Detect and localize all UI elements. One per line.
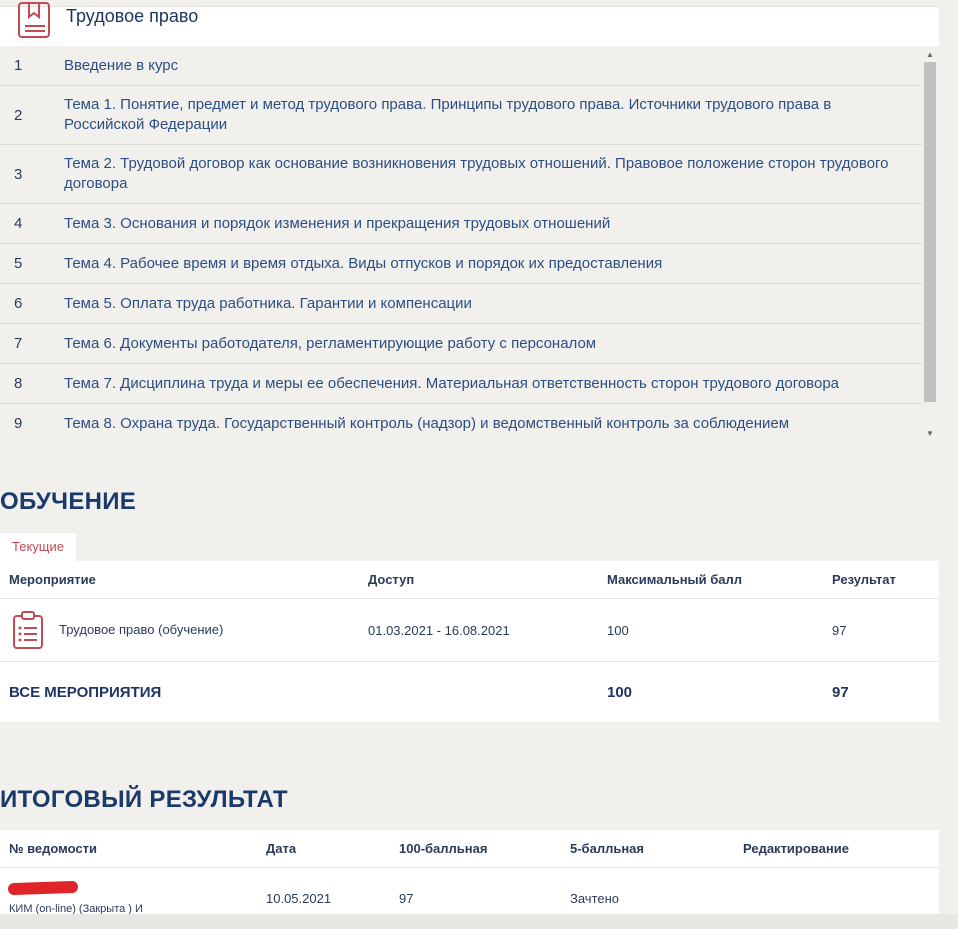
topic-link[interactable]: Введение в курс [64, 47, 922, 85]
final-date: 10.05.2021 [266, 891, 332, 906]
col-event: Мероприятие [9, 572, 96, 587]
final-header-row: № ведомости Дата 100-балльная 5-балльная… [0, 830, 939, 868]
final-title: ИТОГОВЫЙ РЕЗУЛЬТАТ [0, 786, 288, 813]
topic-link[interactable]: Тема 2. Трудовой договор как основание в… [64, 145, 922, 203]
total-result: 97 [832, 684, 849, 701]
list-item[interactable]: 2 Тема 1. Понятие, предмет и метод трудов… [0, 86, 922, 145]
total-row: ВСЕ МЕРОПРИЯТИЯ 100 97 [0, 662, 939, 722]
training-title: ОБУЧЕНИЕ [0, 488, 137, 515]
final-score100: 97 [399, 891, 414, 906]
topic-number: 5 [14, 255, 23, 272]
course-header: Трудовое право [0, 2, 939, 47]
topic-link[interactable]: Тема 3. Основания и порядок изменения и … [64, 205, 922, 243]
event-result: 97 [832, 623, 847, 638]
list-item[interactable]: 7 Тема 6. Документы работодателя, регламе… [0, 324, 922, 364]
book-icon [17, 1, 51, 46]
event-name[interactable]: Трудовое право (обучение) [59, 622, 223, 637]
topic-number: 9 [14, 415, 23, 432]
training-table: Мероприятие Доступ Максимальный балл Рез… [0, 561, 939, 722]
list-item[interactable]: 9 Тема 8. Охрана труда. Государственный к… [0, 404, 922, 443]
total-label: ВСЕ МЕРОПРИЯТИЯ [9, 684, 162, 701]
final-table: № ведомости Дата 100-балльная 5-балльная… [0, 830, 939, 915]
scroll-thumb[interactable] [924, 62, 936, 402]
topic-number: 7 [14, 335, 23, 352]
final-score5: Зачтено [570, 891, 620, 906]
event-access: 01.03.2021 - 16.08.2021 [368, 623, 510, 638]
redaction-mark [7, 880, 79, 896]
training-header-row: Мероприятие Доступ Максимальный балл Рез… [0, 561, 939, 599]
topic-list-scrollbar[interactable]: ▲ ▼ [922, 46, 938, 443]
total-max: 100 [607, 684, 633, 701]
table-row[interactable]: КИМ (on-line) (Закрыта ) И 10.05.2021 97… [0, 868, 939, 915]
topic-link[interactable]: Тема 5. Оплата труда работника. Гарантии… [64, 285, 922, 323]
topic-number: 4 [14, 215, 23, 232]
col-result: Результат [832, 572, 896, 587]
list-item[interactable]: 4 Тема 3. Основания и порядок изменения и… [0, 204, 922, 244]
col-score100: 100-балльная [399, 841, 488, 856]
col-score5: 5-балльная [570, 841, 644, 856]
topic-link[interactable]: Тема 1. Понятие, предмет и метод трудово… [64, 86, 922, 144]
topic-number: 3 [14, 165, 23, 183]
topic-link[interactable]: Тема 7. Дисциплина труда и меры ее обесп… [64, 365, 922, 403]
scroll-down-icon[interactable]: ▼ [926, 429, 934, 438]
scroll-up-icon[interactable]: ▲ [926, 50, 934, 59]
topic-link[interactable]: Тема 8. Охрана труда. Государственный ко… [64, 405, 922, 443]
table-row[interactable]: Трудовое право (обучение) 01.03.2021 - 1… [0, 599, 939, 662]
list-item[interactable]: 6 Тема 5. Оплата труда работника. Гаранти… [0, 284, 922, 324]
list-item[interactable]: 5 Тема 4. Рабочее время и время отдыха. В… [0, 244, 922, 284]
course-title: Трудовое право [66, 6, 199, 26]
col-edit: Редактирование [743, 841, 849, 856]
col-date: Дата [266, 841, 297, 856]
horizontal-scrollbar[interactable] [0, 914, 958, 929]
topic-number: 8 [14, 375, 23, 392]
col-sheet: № ведомости [9, 841, 97, 856]
topic-link[interactable]: Тема 6. Документы работодателя, регламен… [64, 325, 922, 363]
clipboard-icon [12, 611, 46, 654]
topic-number: 6 [14, 295, 23, 312]
event-max: 100 [607, 623, 629, 638]
topic-number: 2 [14, 106, 23, 124]
col-access: Доступ [368, 572, 415, 587]
topic-list[interactable]: 1 Введение в курс 2 Тема 1. Понятие, предме… [0, 46, 922, 443]
list-item[interactable]: 8 Тема 7. Дисциплина труда и меры ее обес… [0, 364, 922, 404]
topic-link[interactable]: Тема 4. Рабочее время и время отдыха. Ви… [64, 245, 922, 283]
list-item[interactable]: 1 Введение в курс [0, 46, 922, 86]
tab-current[interactable]: Текущие [0, 533, 76, 561]
col-max: Максимальный балл [607, 572, 743, 587]
topic-number: 1 [14, 57, 23, 74]
list-item[interactable]: 3 Тема 2. Трудовой договор как основание … [0, 145, 922, 204]
